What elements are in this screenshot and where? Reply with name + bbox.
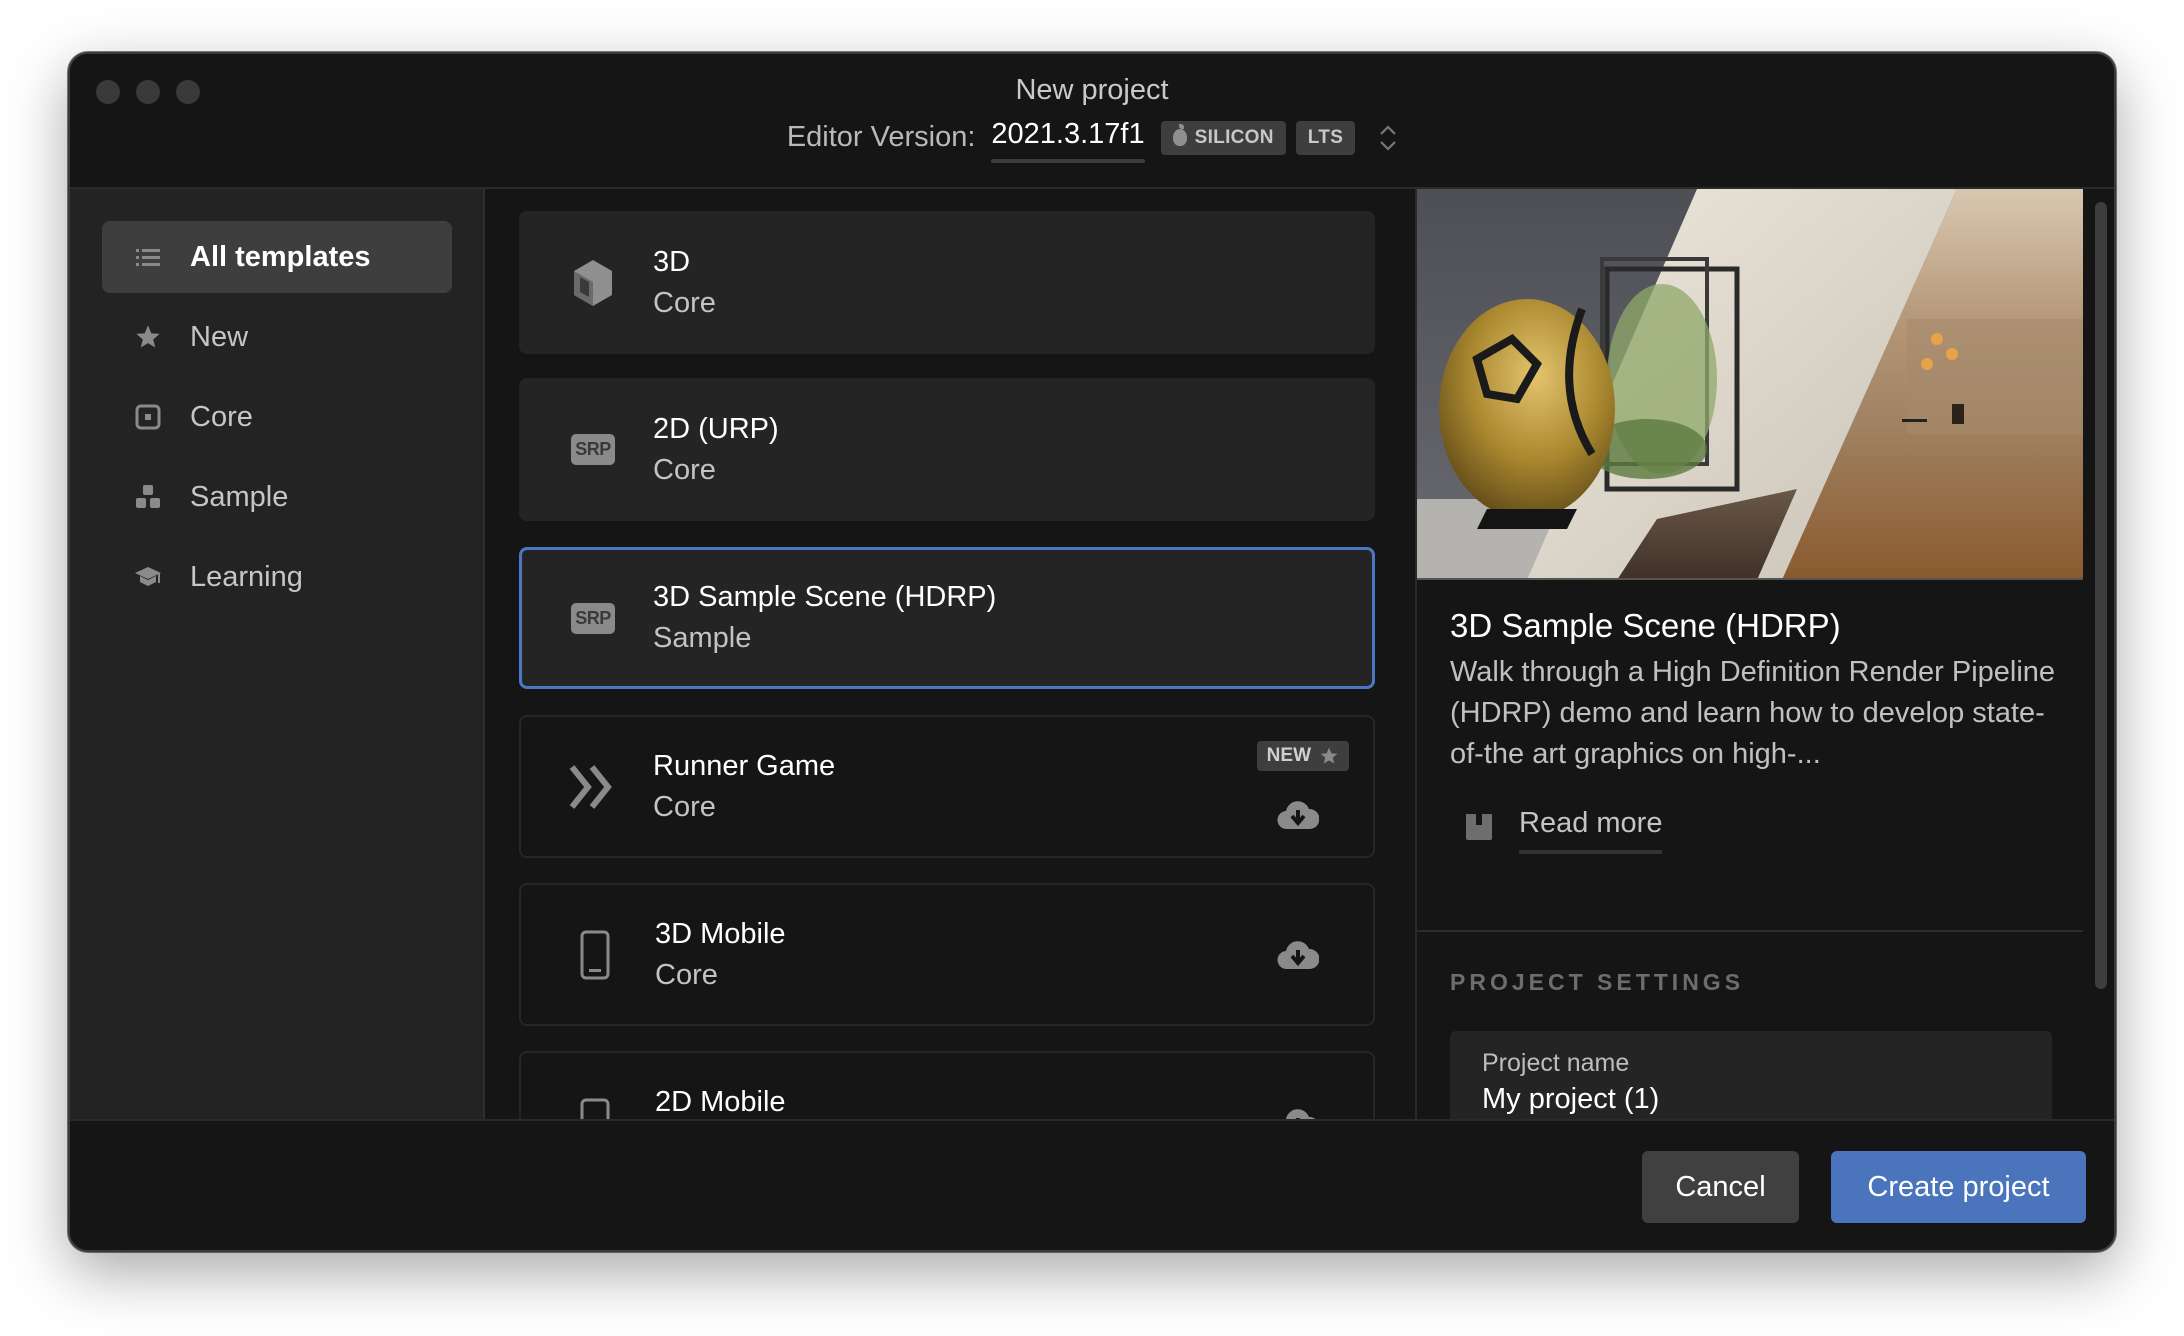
template-category: Core bbox=[653, 453, 716, 486]
template-category: Sample bbox=[653, 622, 752, 654]
template-preview-image bbox=[1417, 189, 2083, 580]
new-project-window: New project Editor Version: 2021.3.17f1 … bbox=[68, 52, 2116, 1252]
detail-description: Walk through a High Definition Render Pi… bbox=[1450, 656, 2056, 770]
sample-blocks-icon bbox=[132, 481, 164, 513]
detail-panel-scrollbar[interactable] bbox=[2095, 202, 2107, 989]
cloud-download-icon[interactable] bbox=[1277, 799, 1320, 836]
version-stepper[interactable] bbox=[1379, 124, 1397, 151]
srp-icon-label: SRP bbox=[571, 602, 615, 634]
package-icon bbox=[1466, 813, 1492, 840]
template-card-3d[interactable]: 3D Core bbox=[519, 211, 1375, 354]
cube-icon bbox=[563, 253, 623, 313]
dialog-footer: Cancel Create project bbox=[70, 1119, 2114, 1250]
chevron-down-icon bbox=[1380, 140, 1396, 151]
editor-version-label: Editor Version: bbox=[786, 121, 976, 153]
project-name-label: Project name bbox=[1482, 1049, 1630, 1077]
template-name: 3D Mobile bbox=[655, 917, 786, 950]
cancel-button[interactable]: Cancel bbox=[1642, 1151, 1799, 1223]
sidebar-item-label: Learning bbox=[190, 560, 303, 593]
template-card-3d-sample-scene-hdrp[interactable]: SRP 3D Sample Scene (HDRP) Sample bbox=[519, 547, 1375, 689]
silicon-badge-label: SILICON bbox=[1194, 126, 1274, 148]
phone-icon bbox=[565, 1093, 625, 1119]
sidebar-item-learning[interactable]: Learning bbox=[102, 541, 452, 613]
phone-icon bbox=[565, 925, 625, 985]
window-title: New project bbox=[1015, 74, 1169, 106]
template-detail-panel: 3D Sample Scene (HDRP) Walk through a Hi… bbox=[1415, 189, 2114, 1119]
list-icon bbox=[132, 241, 164, 273]
chevron-up-icon bbox=[1380, 124, 1396, 135]
new-badge: NEW bbox=[1256, 741, 1349, 771]
new-badge-label: NEW bbox=[1266, 745, 1311, 766]
template-name: Runner Game bbox=[653, 749, 836, 782]
sidebar-item-sample[interactable]: Sample bbox=[102, 461, 452, 533]
srp-icon: SRP bbox=[563, 420, 623, 480]
sidebar-item-label: Core bbox=[190, 400, 253, 433]
project-settings-heading: PROJECT SETTINGS bbox=[1450, 969, 1745, 995]
star-icon bbox=[1320, 747, 1338, 764]
srp-icon-label: SRP bbox=[571, 434, 615, 465]
template-card-2d-mobile[interactable]: 2D Mobile Core bbox=[519, 1051, 1375, 1119]
template-category: Core bbox=[653, 286, 716, 319]
star-icon bbox=[132, 321, 164, 353]
template-card-2d-urp[interactable]: SRP 2D (URP) Core bbox=[519, 378, 1375, 521]
sidebar-item-new[interactable]: New bbox=[102, 301, 452, 373]
template-name: 2D Mobile bbox=[655, 1085, 786, 1118]
editor-version-row: Editor Version: 2021.3.17f1 SILICON LTS bbox=[70, 118, 2114, 163]
template-name: 3D bbox=[653, 245, 691, 278]
project-name-input[interactable]: My project (1) bbox=[1482, 1083, 1659, 1116]
graduation-cap-icon bbox=[132, 561, 164, 593]
create-project-button[interactable]: Create project bbox=[1831, 1151, 2086, 1223]
lts-badge: LTS bbox=[1295, 120, 1356, 155]
template-name: 2D (URP) bbox=[653, 412, 779, 445]
editor-version-select[interactable]: 2021.3.17f1 bbox=[991, 118, 1145, 163]
section-divider bbox=[1417, 930, 2083, 932]
template-category: Core bbox=[655, 958, 718, 991]
title-bar: New project Editor Version: 2021.3.17f1 … bbox=[70, 54, 2114, 189]
template-card-runner-game[interactable]: Runner Game Core NEW bbox=[519, 715, 1375, 858]
core-square-icon bbox=[132, 401, 164, 433]
cloud-download-icon[interactable] bbox=[1277, 1107, 1319, 1119]
cloud-download-icon[interactable] bbox=[1277, 939, 1320, 976]
template-category: Core bbox=[653, 790, 716, 823]
sidebar-item-all-templates[interactable]: All templates bbox=[102, 221, 452, 293]
read-more-label: Read more bbox=[1519, 807, 1663, 854]
silicon-badge: SILICON bbox=[1160, 120, 1286, 155]
template-list: 3D Core SRP 2D (URP) Core SRP 3D Sample … bbox=[487, 189, 1415, 1119]
srp-icon: SRP bbox=[563, 588, 623, 648]
template-card-3d-mobile[interactable]: 3D Mobile Core bbox=[519, 883, 1375, 1026]
template-category-sidebar: All templates New Core Sample Learning bbox=[70, 189, 485, 1119]
template-name: 3D Sample Scene (HDRP) bbox=[653, 581, 997, 613]
sidebar-item-label: New bbox=[190, 320, 249, 353]
project-name-field[interactable]: Project name My project (1) bbox=[1450, 1031, 2052, 1119]
sidebar-item-label: Sample bbox=[190, 480, 289, 513]
detail-title: 3D Sample Scene (HDRP) bbox=[1450, 607, 1841, 644]
read-more-link[interactable]: Read more bbox=[1465, 807, 1663, 854]
apple-icon bbox=[1172, 124, 1187, 146]
double-chevron-icon bbox=[563, 757, 623, 817]
sidebar-item-label: All templates bbox=[190, 240, 371, 273]
sidebar-item-core[interactable]: Core bbox=[102, 381, 452, 453]
